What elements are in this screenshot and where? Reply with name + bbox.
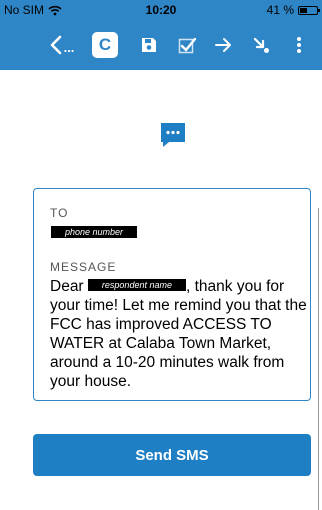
message-text: Dear respondent name, thank you for your… xyxy=(50,277,308,391)
chat-bubble-icon xyxy=(161,123,185,147)
battery-percent: 41 % xyxy=(266,3,294,17)
more-button[interactable] xyxy=(292,32,306,58)
arrow-down-right-icon xyxy=(253,37,269,53)
back-button[interactable]: ... xyxy=(40,32,84,58)
arrow-right-icon xyxy=(215,38,231,52)
scrollbar[interactable] xyxy=(318,208,319,510)
toolbar: ... C xyxy=(0,20,322,70)
battery-status: 41 % xyxy=(266,3,320,17)
c-button[interactable]: C xyxy=(92,32,118,58)
respondent-name-placeholder: respondent name xyxy=(87,279,186,291)
send-sms-button[interactable]: Send SMS xyxy=(33,434,311,476)
back-chevron-icon xyxy=(50,35,61,55)
back-label: ... xyxy=(63,39,75,55)
status-bar: No SIM 10:20 41 % xyxy=(0,0,322,20)
save-button[interactable] xyxy=(138,32,160,58)
check-icon xyxy=(178,37,196,54)
check-button[interactable] xyxy=(176,32,198,58)
to-field: phone number xyxy=(51,225,138,243)
more-vertical-icon xyxy=(297,37,301,53)
message-greeting: Dear xyxy=(50,278,84,295)
sms-preview-card: TO phone number MESSAGE Dear respondent … xyxy=(33,188,311,401)
message-label: MESSAGE xyxy=(50,260,117,274)
save-icon xyxy=(142,38,156,52)
phone-number-placeholder: phone number xyxy=(51,226,138,238)
jump-button[interactable] xyxy=(250,32,272,58)
message-body: , thank you for your time! Let me remind… xyxy=(50,278,307,390)
forward-button[interactable] xyxy=(213,32,235,58)
to-label: TO xyxy=(50,206,69,220)
battery-icon xyxy=(298,5,320,15)
